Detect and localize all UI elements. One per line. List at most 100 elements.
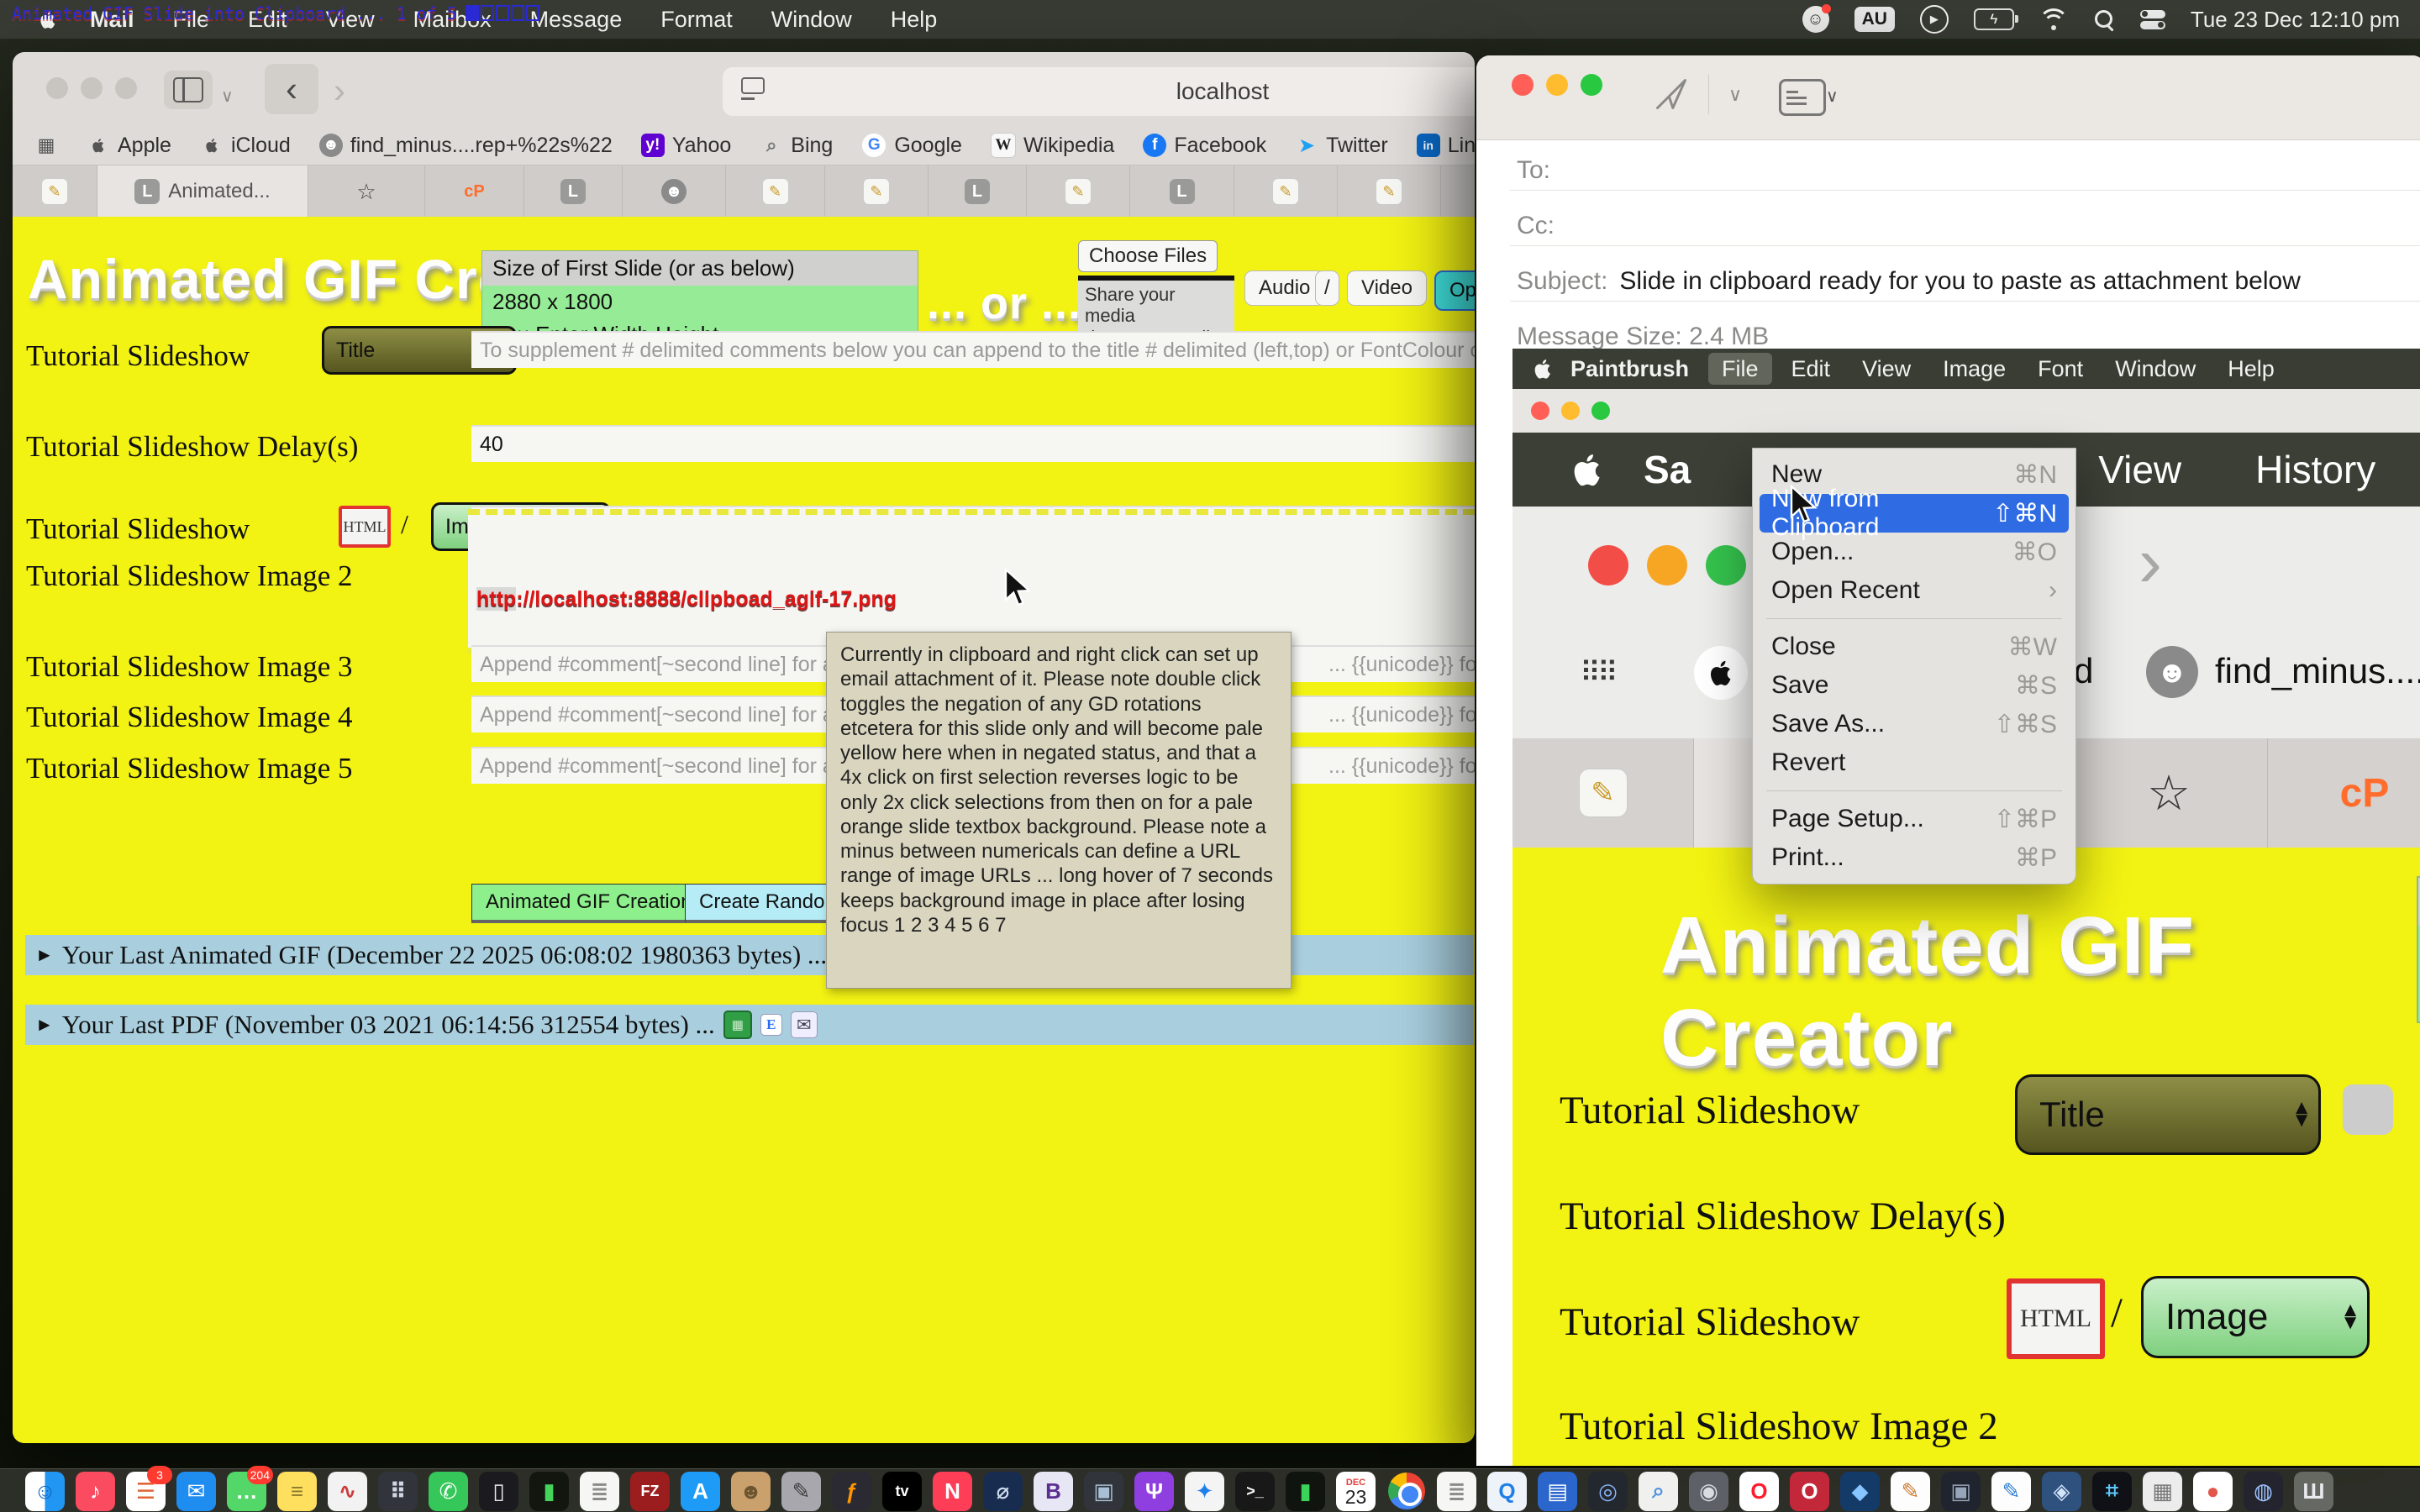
zoom-button[interactable] (115, 77, 137, 99)
slash-button[interactable]: / (1315, 270, 1339, 306)
title-input[interactable]: To supplement # delimited comments below… (471, 331, 1475, 368)
apple-menu-icon[interactable] (37, 8, 59, 30)
menu-help[interactable]: Help (891, 7, 938, 32)
bookmark-Facebook[interactable]: fFacebook (1143, 134, 1266, 158)
pager-icon[interactable]: ▦ (723, 1011, 752, 1039)
bookmark-find_minus....rep+%22s%22[interactable]: ☻find_minus....rep+%22s%22 (319, 134, 613, 158)
file-menu-item-print-[interactable]: Print...⌘P (1753, 838, 2075, 877)
dock-contacts[interactable]: ☻ (731, 1472, 771, 1511)
html-button[interactable]: HTML (339, 506, 391, 548)
dock-disk[interactable]: ◎ (1588, 1472, 1628, 1511)
menu-mailbox[interactable]: Mailbox (413, 7, 492, 32)
dock-news[interactable]: N (933, 1472, 972, 1511)
tab[interactable]: L (929, 165, 1027, 218)
battery-icon[interactable]: ϟ (1974, 8, 2014, 30)
tab[interactable]: ☆ (308, 165, 425, 218)
sidebar-toggle-button[interactable] (164, 71, 213, 109)
dock-music[interactable]: ♪ (76, 1472, 115, 1511)
menu-mail[interactable]: Mail (90, 7, 134, 32)
tab[interactable]: ✎ (1027, 165, 1130, 218)
dock-iphone-mirroring[interactable]: ▯ (479, 1472, 518, 1511)
dock-facetime[interactable]: ✆ (429, 1472, 468, 1511)
attached-screenshot[interactable]: Paintbrush FileEditViewImageFontWindowHe… (1512, 349, 2420, 1466)
tab[interactable]: L (1130, 165, 1234, 218)
bookmark-Apple[interactable]: Apple (87, 134, 171, 158)
minimize-button[interactable] (1546, 74, 1568, 96)
tab[interactable]: ✎ (1338, 165, 1441, 218)
dock-firefox[interactable]: ƒ (832, 1472, 871, 1511)
to-field[interactable]: To: (1517, 156, 2420, 185)
zoom-button[interactable] (1581, 74, 1602, 96)
delay-input[interactable]: 40 (471, 425, 1475, 462)
dock-filezilla[interactable]: FZ (630, 1472, 670, 1511)
file-menu-item-open-[interactable]: Open...⌘O (1753, 533, 2075, 571)
dock-blocked[interactable]: ⌀ (983, 1472, 1023, 1511)
dock-opera[interactable]: O (1739, 1472, 1779, 1511)
e-icon[interactable]: E (760, 1014, 782, 1036)
bookmark-Wikipedia[interactable]: WWikipedia (991, 133, 1114, 158)
disclosure-triangle-icon[interactable]: ► (35, 1014, 54, 1036)
dock-moon-app[interactable]: ◍ (2244, 1472, 2283, 1511)
bookmark-Yahoo[interactable]: y!Yahoo (641, 134, 731, 158)
chevron-down-icon[interactable]: ∨ (1728, 84, 1742, 106)
address-bar[interactable]: localhost (723, 67, 1475, 116)
close-button[interactable] (46, 77, 68, 99)
choose-files-button[interactable]: Choose Files (1078, 240, 1218, 272)
tab[interactable]: L (524, 165, 623, 218)
menu-view[interactable]: View (326, 7, 375, 32)
audio-button[interactable]: Audio (1244, 270, 1324, 306)
tab-active[interactable]: LAnimated... (97, 165, 308, 218)
file-menu-item-page-setup-[interactable]: Page Setup...⇧⌘P (1753, 800, 2075, 838)
dock-app-store[interactable]: A (681, 1472, 720, 1511)
page-settings-icon[interactable] (741, 77, 763, 104)
tab[interactable]: ✎ (1441, 165, 1475, 218)
dock-preview[interactable]: ▣ (1084, 1472, 1123, 1511)
file-menu-item-revert[interactable]: Revert (1753, 743, 2075, 782)
size-value[interactable]: 2880 x 1800 (482, 286, 918, 318)
dock-code-app[interactable]: ⌗ (2092, 1472, 2132, 1511)
menu-bar-clock[interactable]: Tue 23 Dec 12:10 pm (2191, 7, 2400, 33)
video-button[interactable]: Video (1347, 270, 1427, 306)
menu-window[interactable]: Window (771, 7, 852, 32)
dock-notes[interactable]: ≡ (277, 1472, 317, 1511)
close-button[interactable] (1512, 74, 1534, 96)
menu-format[interactable]: Format (660, 7, 733, 32)
forward-button[interactable]: › (334, 71, 345, 111)
now-playing-icon[interactable]: ▶ (1920, 5, 1949, 34)
tab[interactable]: ✎ (726, 165, 825, 218)
dock-textedit[interactable]: ≣ (580, 1472, 619, 1511)
tab[interactable]: ✎ (1234, 165, 1338, 218)
menu-file[interactable]: File (173, 7, 210, 32)
dock-mail[interactable]: ✉ (176, 1472, 216, 1511)
bookmark-iCloud[interactable]: iCloud (200, 134, 291, 158)
bookmark-Twitter[interactable]: ➤Twitter (1295, 134, 1388, 158)
dock-grid-app[interactable]: ▦ (2143, 1472, 2182, 1511)
dock-messages[interactable]: …204 (227, 1472, 266, 1511)
dock-paintbrush[interactable]: ✎ (1891, 1472, 1930, 1511)
dock-meter[interactable]: ∿ (328, 1472, 367, 1511)
dock-podcasts[interactable]: Ψ (1134, 1472, 1174, 1511)
subject-field[interactable]: Subject:Slide in clipboard ready for you… (1517, 267, 2420, 296)
dock-bbedit[interactable]: B (1034, 1472, 1073, 1511)
dock-files[interactable]: ▤ (1538, 1472, 1577, 1511)
file-menu-item-save-as-[interactable]: Save As...⇧⌘S (1753, 705, 2075, 743)
back-button[interactable]: ‹ (265, 64, 318, 114)
dock-record-app[interactable]: ● (2193, 1472, 2233, 1511)
menu-edit[interactable]: Edit (248, 7, 287, 32)
dock-utility[interactable]: ▮ (529, 1472, 569, 1511)
bookmark-Bing[interactable]: ⌕Bing (760, 134, 833, 158)
disclosure-triangle-icon[interactable]: ► (35, 944, 54, 966)
cc-field[interactable]: Cc: (1517, 212, 2420, 240)
format-button[interactable] (1779, 79, 1826, 116)
file-menu-item-open-recent[interactable]: Open Recent› (1753, 571, 2075, 610)
dock-dark-app[interactable]: ▣ (1941, 1472, 1981, 1511)
dock-trash[interactable]: Ш (2294, 1472, 2333, 1511)
bookmark-Lin[interactable]: inLin (1417, 134, 1475, 158)
dock-finder[interactable]: ☺ (25, 1472, 65, 1511)
dock-terminal[interactable]: >_ (1235, 1472, 1275, 1511)
dock-apple-tv[interactable]: tv (882, 1472, 922, 1511)
minimize-button[interactable] (81, 77, 103, 99)
file-menu-item-save[interactable]: Save⌘S (1753, 666, 2075, 705)
email-icon[interactable]: ✉ (791, 1011, 818, 1038)
dock-chrome[interactable] (1386, 1472, 1426, 1511)
